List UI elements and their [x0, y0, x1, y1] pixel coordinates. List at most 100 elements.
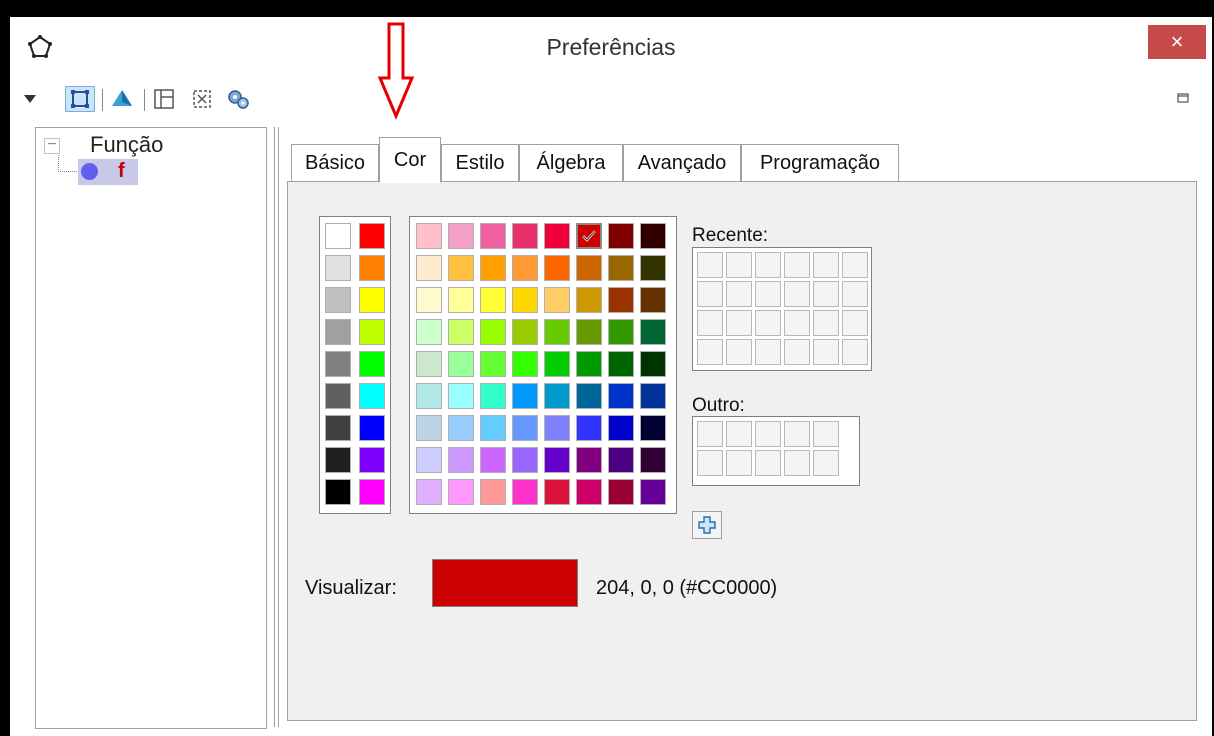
color-swatch[interactable]	[544, 447, 570, 473]
color-swatch[interactable]	[576, 255, 602, 281]
primary-swatch[interactable]	[359, 287, 385, 313]
color-swatch[interactable]	[480, 287, 506, 313]
color-swatch[interactable]	[480, 319, 506, 345]
color-swatch[interactable]	[640, 223, 666, 249]
color-swatch[interactable]	[544, 255, 570, 281]
color-swatch[interactable]	[640, 255, 666, 281]
empty-color-slot[interactable]	[697, 450, 723, 476]
color-swatch[interactable]	[544, 415, 570, 441]
empty-color-slot[interactable]	[697, 281, 723, 307]
color-swatch[interactable]	[480, 447, 506, 473]
add-color-button[interactable]	[692, 511, 722, 539]
empty-color-slot[interactable]	[726, 252, 752, 278]
empty-color-slot[interactable]	[726, 339, 752, 365]
selected-color-swatch[interactable]	[576, 223, 602, 249]
color-swatch[interactable]	[416, 319, 442, 345]
primary-swatch[interactable]	[359, 351, 385, 377]
empty-color-slot[interactable]	[813, 310, 839, 336]
color-swatch[interactable]	[416, 383, 442, 409]
gray-swatch[interactable]	[325, 223, 351, 249]
empty-color-slot[interactable]	[842, 339, 868, 365]
color-swatch[interactable]	[416, 415, 442, 441]
empty-color-slot[interactable]	[697, 421, 723, 447]
tab-algebra[interactable]: Álgebra	[519, 144, 623, 182]
color-swatch[interactable]	[608, 479, 634, 505]
empty-color-slot[interactable]	[813, 252, 839, 278]
collapse-toggle[interactable]: −	[44, 137, 60, 154]
empty-color-slot[interactable]	[784, 281, 810, 307]
dropdown-icon[interactable]	[23, 86, 37, 112]
color-swatch[interactable]	[448, 319, 474, 345]
color-swatch[interactable]	[416, 255, 442, 281]
empty-color-slot[interactable]	[755, 281, 781, 307]
color-swatch[interactable]	[448, 479, 474, 505]
color-swatch[interactable]	[512, 351, 538, 377]
color-swatch[interactable]	[608, 255, 634, 281]
color-swatch[interactable]	[544, 383, 570, 409]
empty-color-slot[interactable]	[842, 310, 868, 336]
color-swatch[interactable]	[608, 351, 634, 377]
empty-color-slot[interactable]	[813, 421, 839, 447]
color-swatch[interactable]	[416, 479, 442, 505]
color-swatch[interactable]	[512, 479, 538, 505]
advanced-icon[interactable]	[224, 86, 252, 112]
color-swatch[interactable]	[640, 479, 666, 505]
color-swatch[interactable]	[416, 287, 442, 313]
color-swatch[interactable]	[416, 351, 442, 377]
empty-color-slot[interactable]	[813, 281, 839, 307]
tab-cor[interactable]: Cor	[379, 137, 441, 183]
gray-swatch[interactable]	[325, 351, 351, 377]
color-swatch[interactable]	[640, 447, 666, 473]
color-swatch[interactable]	[512, 415, 538, 441]
color-swatch[interactable]	[512, 223, 538, 249]
close-button[interactable]: ×	[1148, 25, 1206, 59]
color-swatch[interactable]	[448, 383, 474, 409]
empty-color-slot[interactable]	[784, 252, 810, 278]
color-swatch[interactable]	[608, 415, 634, 441]
color-swatch[interactable]	[608, 383, 634, 409]
color-swatch[interactable]	[448, 447, 474, 473]
empty-color-slot[interactable]	[813, 450, 839, 476]
graphics-3d-icon[interactable]	[108, 86, 136, 112]
color-swatch[interactable]	[544, 287, 570, 313]
color-swatch[interactable]	[448, 415, 474, 441]
empty-color-slot[interactable]	[726, 310, 752, 336]
color-swatch[interactable]	[448, 223, 474, 249]
empty-color-slot[interactable]	[755, 421, 781, 447]
panel-splitter[interactable]	[274, 127, 279, 727]
gray-swatch[interactable]	[325, 383, 351, 409]
layout-icon[interactable]	[150, 86, 178, 112]
color-swatch[interactable]	[640, 319, 666, 345]
empty-color-slot[interactable]	[697, 339, 723, 365]
empty-color-slot[interactable]	[784, 421, 810, 447]
color-swatch[interactable]	[448, 287, 474, 313]
maximize-icon[interactable]	[1177, 92, 1191, 104]
empty-color-slot[interactable]	[842, 281, 868, 307]
color-swatch[interactable]	[544, 479, 570, 505]
empty-color-slot[interactable]	[755, 339, 781, 365]
color-swatch[interactable]	[512, 383, 538, 409]
primary-swatch[interactable]	[359, 383, 385, 409]
color-swatch[interactable]	[576, 479, 602, 505]
tab-basico[interactable]: Básico	[291, 144, 379, 182]
color-swatch[interactable]	[480, 415, 506, 441]
color-swatch[interactable]	[512, 287, 538, 313]
primary-swatch[interactable]	[359, 223, 385, 249]
primary-swatch[interactable]	[359, 479, 385, 505]
color-swatch[interactable]	[480, 255, 506, 281]
color-swatch[interactable]	[608, 287, 634, 313]
color-swatch[interactable]	[512, 447, 538, 473]
tab-estilo[interactable]: Estilo	[441, 144, 519, 182]
color-swatch[interactable]	[640, 287, 666, 313]
color-swatch[interactable]	[448, 255, 474, 281]
empty-color-slot[interactable]	[726, 281, 752, 307]
empty-color-slot[interactable]	[726, 450, 752, 476]
empty-color-slot[interactable]	[784, 310, 810, 336]
empty-color-slot[interactable]	[755, 450, 781, 476]
color-swatch[interactable]	[576, 415, 602, 441]
color-swatch[interactable]	[576, 319, 602, 345]
tree-root-label[interactable]: Função	[90, 132, 163, 158]
color-swatch[interactable]	[576, 351, 602, 377]
color-swatch[interactable]	[448, 351, 474, 377]
defaults-icon[interactable]	[188, 86, 216, 112]
